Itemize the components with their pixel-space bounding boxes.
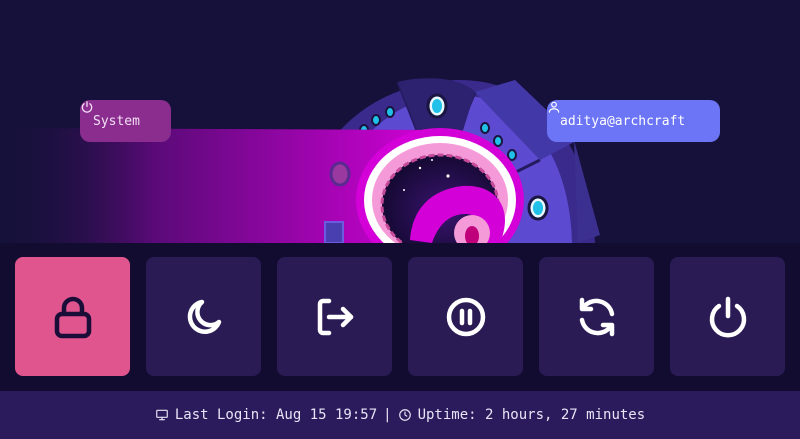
refresh-icon — [579, 297, 614, 336]
pause-icon — [446, 297, 485, 336]
system-label: System — [93, 113, 140, 129]
logout-button[interactable] — [277, 257, 392, 376]
status-footer: Last Login: Aug 15 19:57 | Uptime: 2 hou… — [0, 391, 800, 439]
user-badge: aditya@archcraft — [547, 100, 720, 142]
monitor-icon — [156, 409, 168, 421]
lock-button[interactable] — [15, 257, 130, 376]
power-menu — [0, 243, 800, 391]
clock-icon — [398, 409, 411, 421]
logout-icon — [317, 298, 353, 335]
suspend-button[interactable] — [146, 257, 261, 376]
uptime-text: Uptime: 2 hours, 27 minutes — [417, 407, 646, 423]
user-icon — [548, 101, 560, 113]
footer-separator: | — [383, 407, 392, 423]
lock-icon — [54, 296, 91, 338]
system-badge: System — [80, 100, 171, 142]
hero-artwork: System aditya@archcraft — [0, 0, 800, 243]
power-icon — [709, 296, 746, 337]
power-icon — [81, 101, 93, 113]
hibernate-button[interactable] — [408, 257, 523, 376]
shutdown-button[interactable] — [670, 257, 785, 376]
user-label: aditya@archcraft — [560, 113, 686, 129]
last-login-text: Last Login: Aug 15 19:57 — [174, 407, 378, 423]
reboot-button[interactable] — [539, 257, 654, 376]
moon-icon — [187, 299, 221, 334]
